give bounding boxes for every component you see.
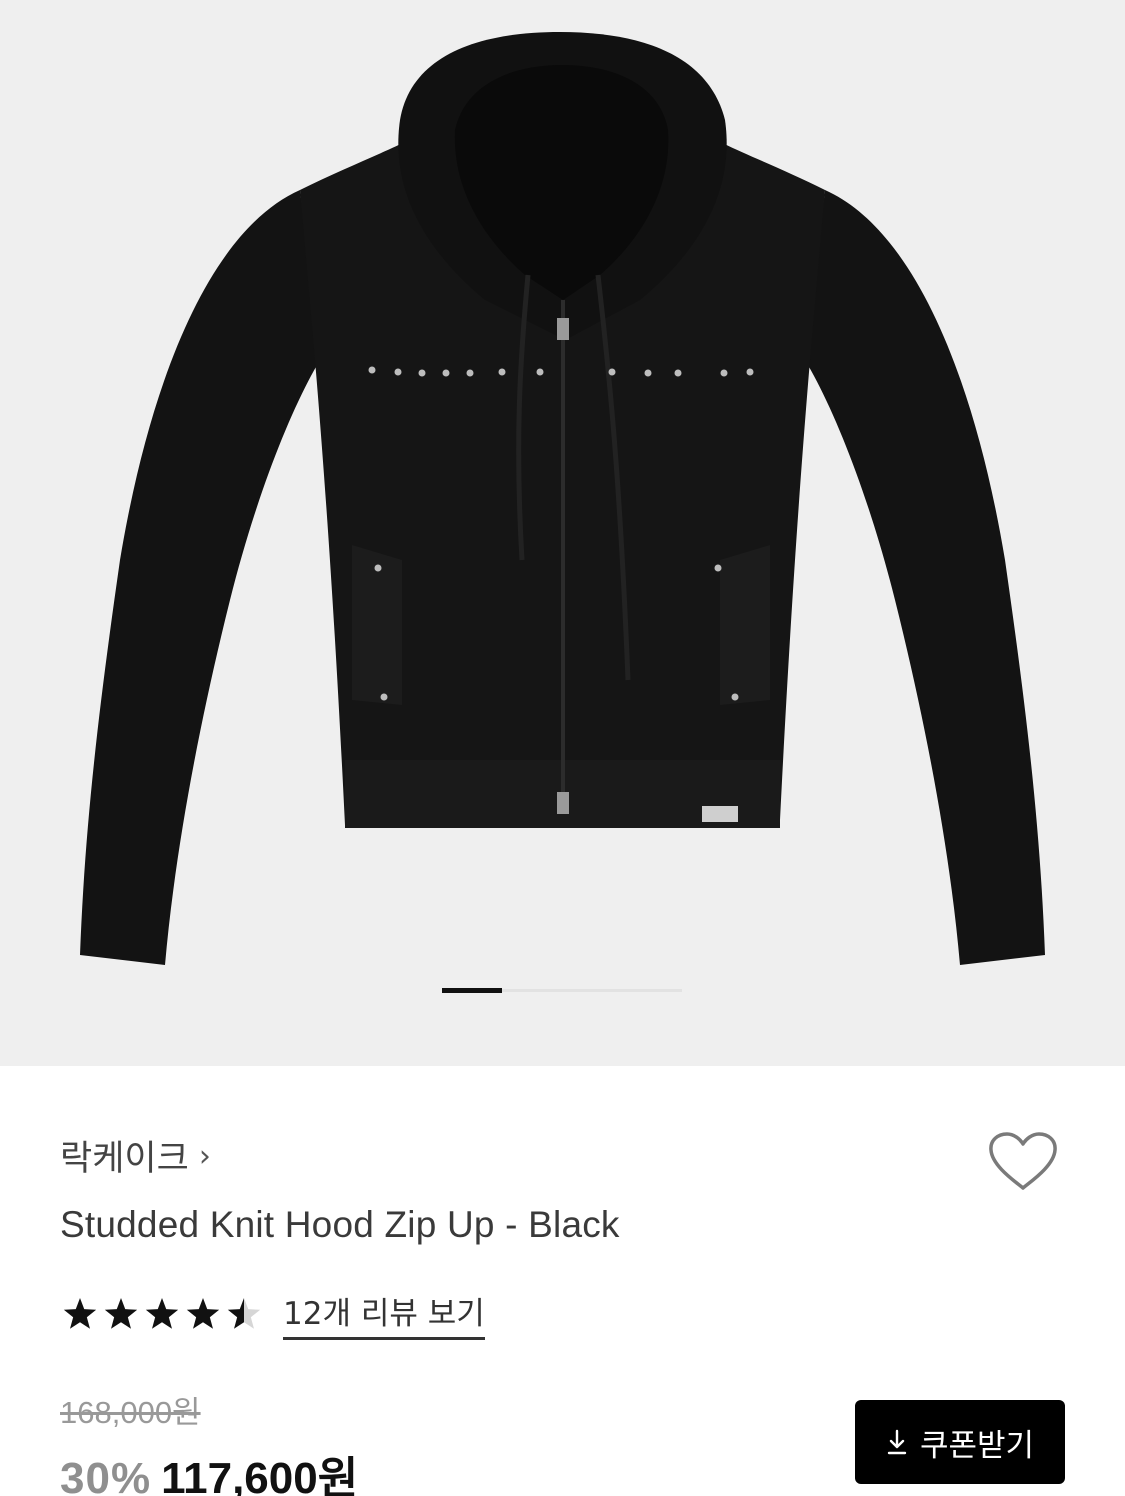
chevron-right-icon: › bbox=[198, 1139, 211, 1174]
brand-name: 락케이크 bbox=[60, 1139, 189, 1179]
product-image-gallery[interactable] bbox=[0, 0, 1125, 1066]
product-title: Studded Knit Hood Zip Up - Black bbox=[60, 1204, 620, 1245]
star-rating bbox=[62, 1296, 267, 1332]
star-icon bbox=[186, 1298, 220, 1329]
gallery-pager bbox=[442, 988, 682, 994]
product-info: 락케이크 › Studded Knit Hood Zip Up - Black … bbox=[0, 1066, 1125, 1496]
star-icon bbox=[145, 1298, 179, 1329]
star-icon bbox=[104, 1298, 138, 1329]
download-icon bbox=[887, 1429, 907, 1455]
star-icon bbox=[63, 1298, 97, 1329]
brand-link[interactable]: 락케이크 › bbox=[60, 1130, 211, 1181]
product-image bbox=[80, 32, 1045, 965]
sale-price: 117,600원 bbox=[161, 1454, 359, 1496]
original-price: 168,000원 bbox=[60, 1395, 201, 1430]
discount-rate: 30% bbox=[60, 1454, 152, 1496]
wishlist-button[interactable] bbox=[986, 1130, 1060, 1194]
rating-row: 12개 리뷰 보기 bbox=[62, 1288, 485, 1340]
coupon-label: 쿠폰받기 bbox=[919, 1427, 1035, 1464]
star-icon bbox=[227, 1298, 261, 1329]
coupon-download-button[interactable]: 쿠폰받기 bbox=[855, 1400, 1065, 1484]
price-row: 30% 117,600원 bbox=[60, 1442, 358, 1496]
reviews-link[interactable]: 12개 리뷰 보기 bbox=[283, 1288, 485, 1340]
pager-active-indicator bbox=[442, 988, 502, 993]
heart-outline-icon bbox=[989, 1132, 1057, 1190]
